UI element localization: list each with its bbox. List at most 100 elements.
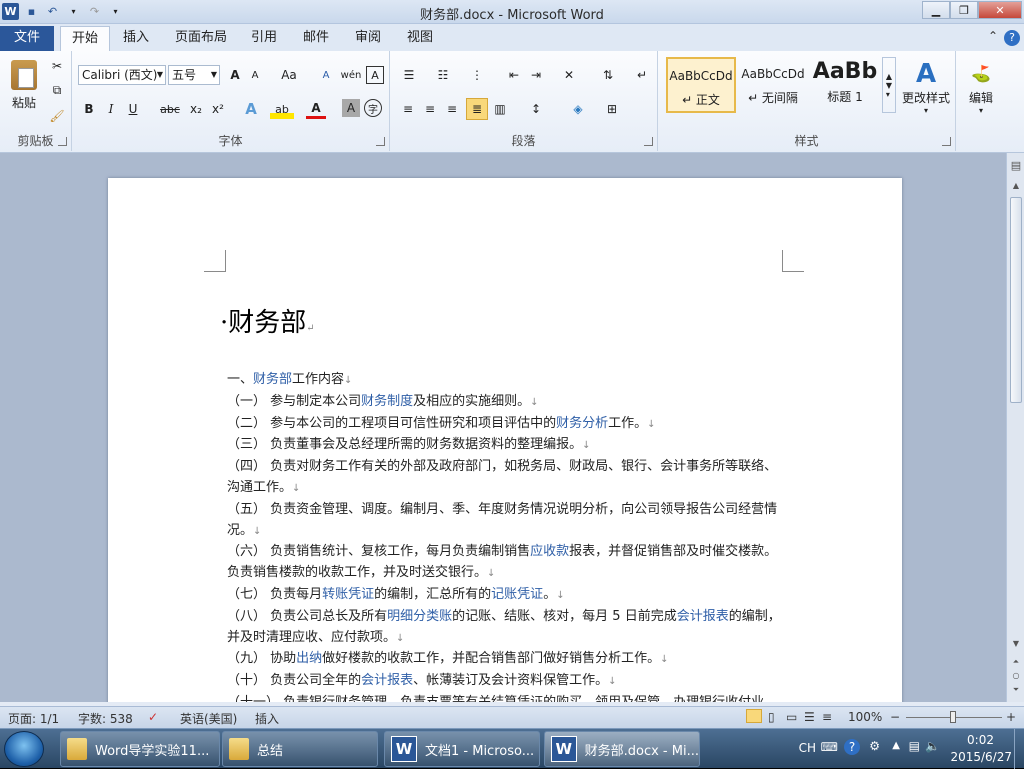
- sort-icon[interactable]: ⇅: [598, 65, 618, 85]
- hyperlink-text[interactable]: 记账凭证: [491, 587, 543, 602]
- show-desktop-button[interactable]: [1014, 729, 1024, 769]
- zoom-out-icon[interactable]: −: [890, 710, 900, 724]
- align-left-icon[interactable]: ≡: [398, 99, 418, 119]
- paragraph-shading-icon[interactable]: ◈: [566, 99, 590, 119]
- draft-icon[interactable]: ≡: [822, 710, 832, 724]
- document-page[interactable]: ·财务部↵ 一、财务部工作内容↓ （一） 参与制定本公司财务制度及相应的实施细则。…: [108, 178, 902, 702]
- bold-button[interactable]: B: [80, 99, 98, 119]
- keyboard-icon[interactable]: ⌨: [821, 740, 838, 754]
- styles-scroll[interactable]: ▲ ▼ ▾: [882, 57, 896, 113]
- minimize-button[interactable]: ▁: [922, 1, 950, 19]
- outline-icon[interactable]: ☰: [804, 710, 815, 724]
- justify-icon[interactable]: ≣: [466, 98, 488, 120]
- hyperlink-text[interactable]: 财务部: [253, 372, 292, 387]
- change-case-button[interactable]: Aa: [276, 66, 302, 84]
- hyperlink-text[interactable]: 出纳: [296, 651, 322, 666]
- help-tray-icon[interactable]: ?: [844, 739, 860, 755]
- style-heading-1[interactable]: AaBb 标题 1: [810, 57, 880, 113]
- hyperlink-text[interactable]: 应收款: [530, 544, 569, 559]
- zoom-in-icon[interactable]: +: [1006, 710, 1016, 724]
- document-paragraph[interactable]: （七） 负责每月转账凭证的编制，汇总所有的记账凭证。↓: [227, 585, 787, 607]
- superscript-button[interactable]: x²: [208, 99, 228, 119]
- vertical-scrollbar[interactable]: ▤ ▲ ▼ ⏶ ○ ⏷: [1006, 153, 1024, 702]
- clock-time[interactable]: 0:02: [967, 733, 994, 747]
- underline-button[interactable]: U: [124, 99, 142, 119]
- paragraph-launcher-icon[interactable]: [644, 137, 653, 146]
- text-effects-button[interactable]: A: [240, 99, 262, 119]
- enclose-characters-button[interactable]: 字: [364, 99, 382, 117]
- font-color-button[interactable]: A: [306, 99, 326, 119]
- decrease-indent-icon[interactable]: ⇤: [504, 65, 524, 85]
- tab-mailings[interactable]: 邮件: [296, 26, 336, 51]
- style-normal[interactable]: AaBbCcDd ↵ 正文: [666, 57, 736, 113]
- tab-view[interactable]: 视图: [400, 26, 440, 51]
- start-button[interactable]: [4, 731, 44, 767]
- paste-button[interactable]: 粘贴: [6, 55, 42, 115]
- insert-mode[interactable]: 插入: [255, 710, 279, 727]
- character-border-button[interactable]: A: [366, 66, 384, 84]
- zoom-slider-thumb[interactable]: [950, 711, 956, 723]
- document-paragraph[interactable]: （十） 负责公司全年的会计报表、帐薄装订及会计资料保管工作。↓: [227, 671, 787, 693]
- grow-font-button[interactable]: A: [226, 66, 244, 84]
- align-right-icon[interactable]: ≡: [442, 99, 462, 119]
- document-paragraph[interactable]: （四） 负责对财务工作有关的外部及政府部门，如税务局、财政局、银行、会计事务所等…: [227, 457, 787, 500]
- character-shading-button[interactable]: A: [342, 99, 360, 117]
- font-launcher-icon[interactable]: [376, 137, 385, 146]
- hyperlink-text[interactable]: 明细分类账: [387, 609, 452, 624]
- distributed-icon[interactable]: ▥: [490, 99, 510, 119]
- document-paragraph[interactable]: （二） 参与本公司的工程项目可信性研究和项目评估中的财务分析工作。↓: [227, 414, 787, 436]
- chinese-layout-icon[interactable]: ✕: [556, 65, 582, 85]
- document-paragraph[interactable]: （十一） 负责银行财务管理，负责支票等有关结算凭证的购买、领用及保管，办理银行收…: [227, 693, 787, 702]
- tab-references[interactable]: 引用: [244, 26, 284, 51]
- taskbar-item-active-doc[interactable]: W 财务部.docx - Mi...: [544, 731, 700, 767]
- line-spacing-icon[interactable]: ↕: [524, 99, 548, 119]
- clock-date[interactable]: 2015/6/27: [950, 750, 1012, 764]
- hyperlink-text[interactable]: 会计报表: [361, 673, 413, 688]
- scroll-up-icon[interactable]: ▲: [1007, 181, 1024, 190]
- clipboard-launcher-icon[interactable]: [58, 137, 67, 146]
- page-count[interactable]: 页面: 1/1: [8, 710, 59, 727]
- hyperlink-text[interactable]: 会计报表: [677, 609, 729, 624]
- document-paragraph[interactable]: （六） 负责销售统计、复核工作，每月负责编制销售应收款报表，并督促销售部及时催交…: [227, 542, 787, 585]
- change-styles-button[interactable]: A 更改样式 ▾: [900, 55, 952, 119]
- shrink-font-button[interactable]: A: [246, 66, 264, 84]
- style-no-spacing[interactable]: AaBbCcDd ↵ 无间隔: [738, 57, 808, 113]
- tab-page-layout[interactable]: 页面布局: [168, 26, 234, 51]
- previous-page-icon[interactable]: ⏶: [1007, 657, 1024, 667]
- document-paragraph[interactable]: （一） 参与制定本公司财务制度及相应的实施细则。↓: [227, 392, 787, 414]
- view-ruler-icon[interactable]: ▤: [1007, 159, 1024, 172]
- document-paragraph[interactable]: （九） 协助出纳做好楼款的收款工作，并配合销售部门做好销售分析工作。↓: [227, 649, 787, 671]
- taskbar-item-folder-1[interactable]: Word导学实验11...: [60, 731, 220, 767]
- styles-launcher-icon[interactable]: [942, 137, 951, 146]
- align-center-icon[interactable]: ≡: [420, 99, 440, 119]
- hyperlink-text[interactable]: 财务分析: [556, 416, 608, 431]
- document-paragraph[interactable]: （三） 负责董事会及总经理所需的财务数据资料的整理编报。↓: [227, 435, 787, 457]
- print-layout-icon[interactable]: [746, 709, 762, 723]
- tab-insert[interactable]: 插入: [114, 26, 158, 51]
- language[interactable]: 英语(美国): [180, 710, 237, 727]
- borders-icon[interactable]: ⊞: [600, 99, 624, 119]
- phonetic-guide-button[interactable]: wén: [340, 66, 362, 84]
- hyperlink-text[interactable]: 转账凭证: [322, 587, 374, 602]
- settings-tray-icon[interactable]: ⚙: [869, 739, 880, 753]
- help-icon[interactable]: ?: [1004, 30, 1020, 46]
- next-page-icon[interactable]: ⏷: [1007, 685, 1024, 695]
- scroll-thumb[interactable]: [1010, 197, 1022, 403]
- italic-button[interactable]: I: [102, 99, 120, 119]
- network-icon[interactable]: ▤: [909, 739, 920, 753]
- format-painter-icon[interactable]: 🖌: [48, 107, 66, 125]
- copy-icon[interactable]: ⧉: [48, 81, 66, 99]
- volume-icon[interactable]: 🔈: [925, 739, 940, 753]
- web-layout-icon[interactable]: ▭: [786, 710, 797, 724]
- tab-file[interactable]: 文件: [0, 26, 54, 51]
- editing-button[interactable]: ⛳ 编辑 ▾: [962, 57, 1000, 121]
- tab-review[interactable]: 审阅: [348, 26, 388, 51]
- document-body[interactable]: 一、财务部工作内容↓ （一） 参与制定本公司财务制度及相应的实施细则。↓ （二） 参…: [227, 370, 787, 702]
- zoom-level[interactable]: 100%: [848, 710, 882, 724]
- proofing-icon[interactable]: ✓: [148, 710, 158, 724]
- font-size-combo[interactable]: 五号 ▼: [168, 65, 220, 85]
- ime-indicator[interactable]: CH: [799, 741, 816, 755]
- font-name-combo[interactable]: Calibri (西文) ▼: [78, 65, 166, 85]
- highlight-button[interactable]: ab: [270, 99, 294, 119]
- hyperlink-text[interactable]: 财务制度: [361, 394, 413, 409]
